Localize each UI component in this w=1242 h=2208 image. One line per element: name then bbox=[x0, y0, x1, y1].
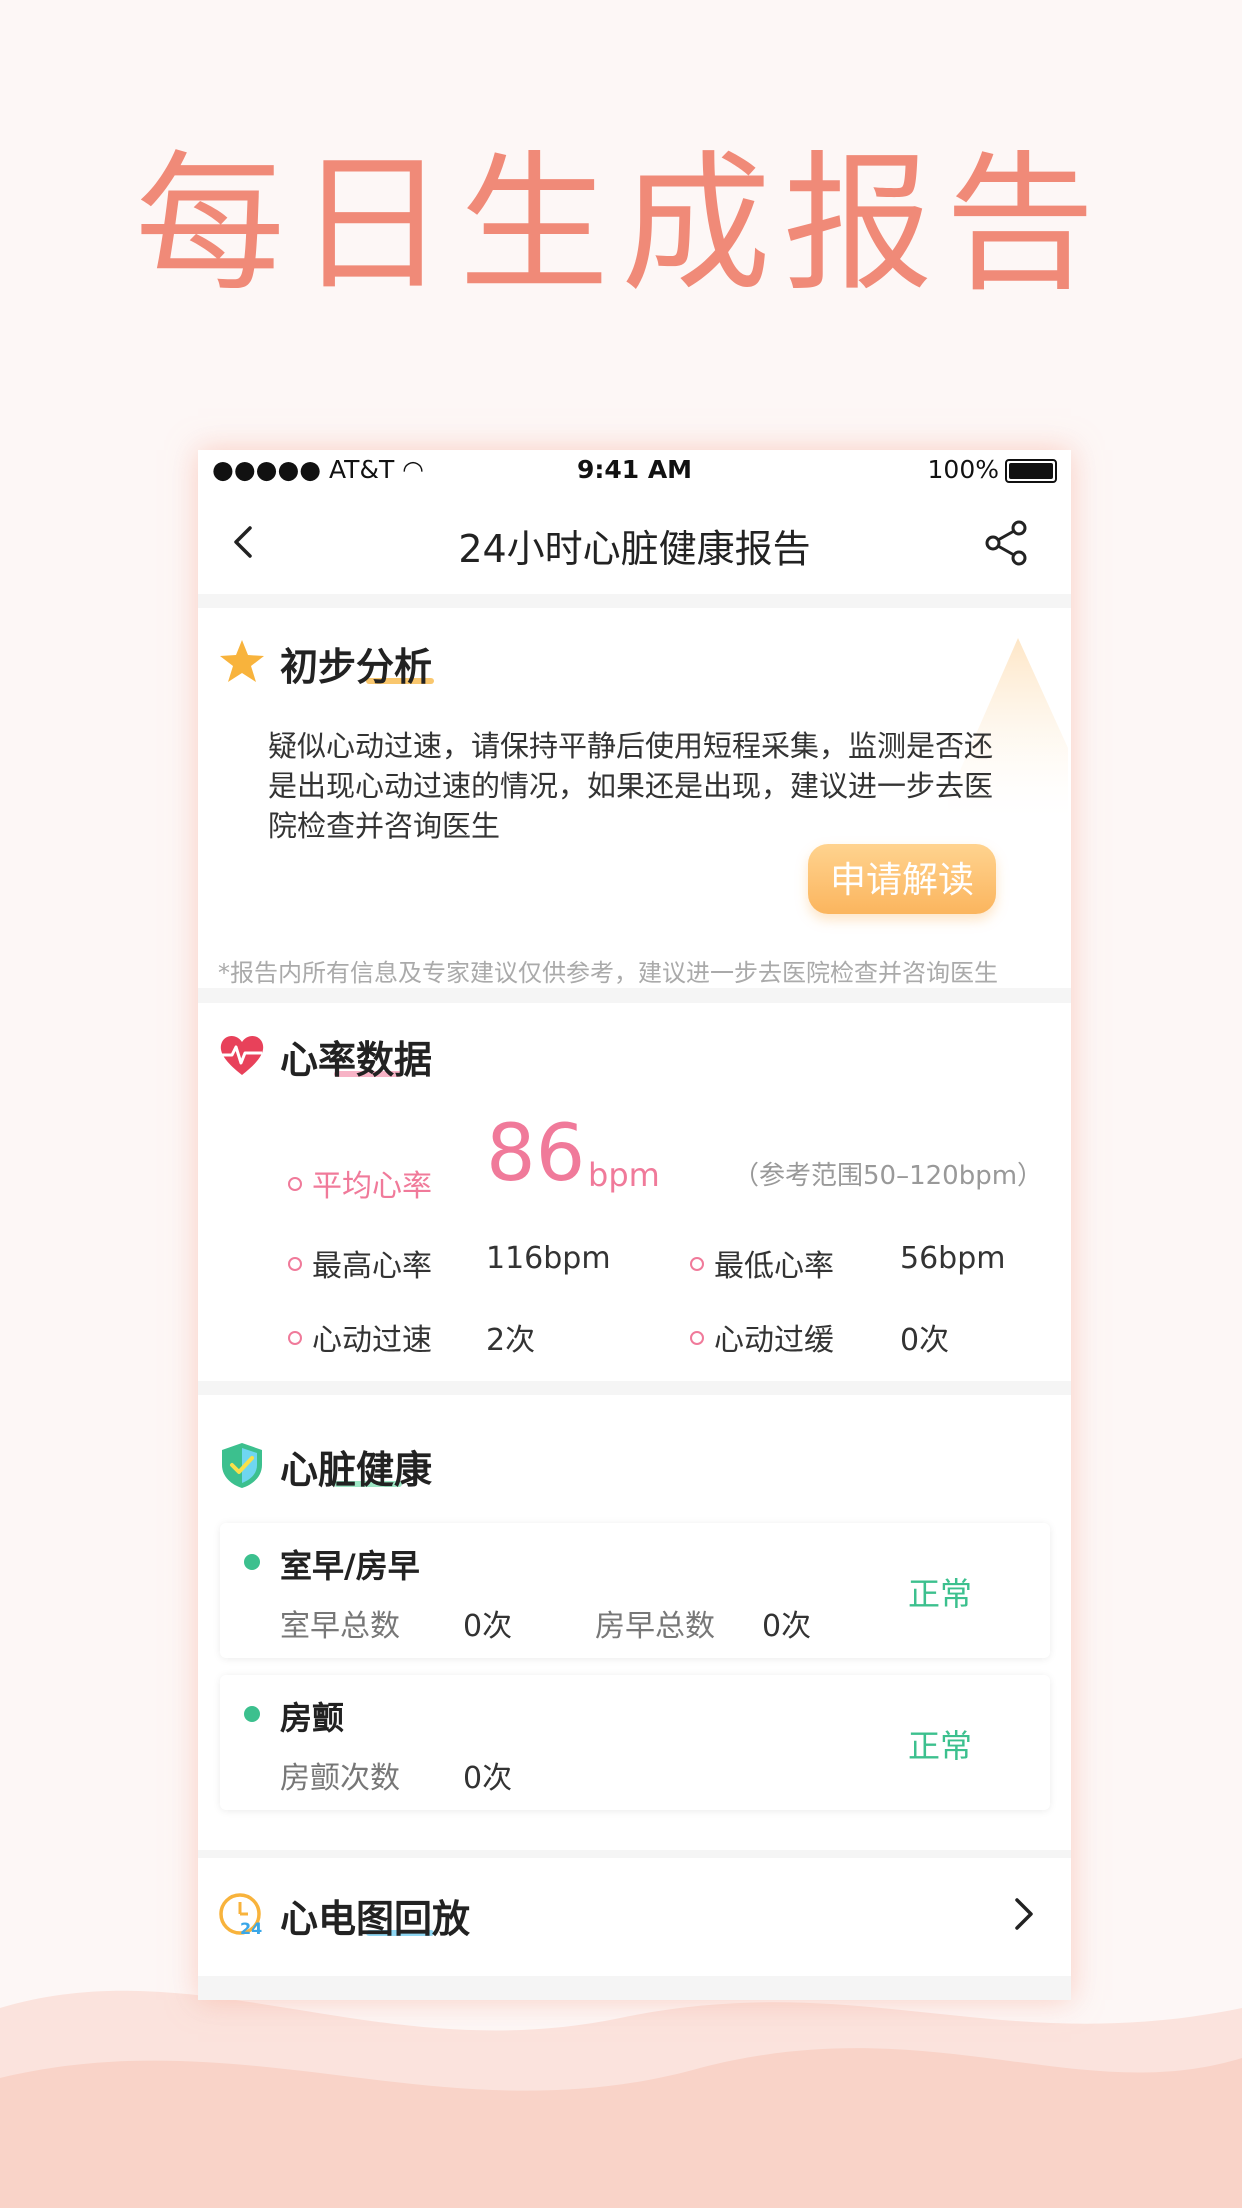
max-hr-value: 116bpm bbox=[486, 1241, 611, 1276]
chevron-right-icon[interactable] bbox=[1003, 1894, 1043, 1934]
premature-beats-title: 室早/房早 bbox=[280, 1547, 420, 1585]
svg-text:24: 24 bbox=[240, 1919, 262, 1938]
tachycardia-value: 2次 bbox=[486, 1323, 536, 1358]
star-icon bbox=[220, 640, 264, 682]
analysis-text: 疑似心动过速，请保持平静后使用短程采集，监测是否还是出现心动过速的情况，如果还是… bbox=[268, 729, 994, 843]
status-badge: 正常 bbox=[908, 1727, 973, 1765]
avg-hr-value: 86 bbox=[486, 1109, 586, 1199]
heart-rate-title: 心率数据 bbox=[280, 1038, 433, 1082]
status-dot bbox=[244, 1554, 260, 1570]
ecg-header: 24 心电图回放 bbox=[216, 1888, 616, 1948]
bullet-dot bbox=[288, 1331, 302, 1345]
ecg-replay-row[interactable]: 24 心电图回放 bbox=[198, 1858, 1071, 1976]
share-icon[interactable] bbox=[983, 518, 1033, 568]
apply-interpretation-button[interactable]: 申请解读 bbox=[808, 844, 996, 914]
status-dot bbox=[244, 1706, 260, 1722]
reference-range: （参考范围50–120bpm） bbox=[733, 1161, 1044, 1191]
pvc-total-value: 0次 bbox=[463, 1609, 513, 1644]
avg-hr-unit: bpm bbox=[588, 1156, 660, 1194]
heart-pulse-icon bbox=[220, 1036, 264, 1075]
status-badge: 正常 bbox=[908, 1575, 973, 1613]
bullet-dot bbox=[690, 1331, 704, 1345]
analysis-card: 初步分析 疑似心动过速，请保持平静后使用短程采集，监测是否还是出现心动过速的情况… bbox=[198, 608, 1071, 988]
min-hr-value: 56bpm bbox=[900, 1241, 1006, 1276]
shield-check-icon bbox=[222, 1443, 262, 1488]
heart-health-title: 心脏健康 bbox=[280, 1448, 433, 1492]
avg-hr-label: 平均心率 bbox=[312, 1169, 432, 1204]
min-hr-label: 最低心率 bbox=[714, 1249, 834, 1284]
af-count-label: 房颤次数 bbox=[280, 1761, 400, 1796]
status-bar: ●●●●● AT&T ◠ 9:41 AM 100% bbox=[198, 450, 1071, 492]
headline: 每日生成报告 bbox=[134, 138, 1107, 312]
bullet-dot bbox=[690, 1257, 704, 1271]
heart-health-card: 心脏健康 室早/房早 室早总数 0次 房早总数 0次 正常 房颤 房颤次数 0次… bbox=[198, 1395, 1071, 1850]
clock-24-icon: 24 bbox=[219, 1893, 262, 1938]
battery-indicator: 100% bbox=[928, 455, 1057, 484]
disclaimer: *报告内所有信息及专家建议仅供参考，建议进一步去医院检查并咨询医生 bbox=[218, 959, 998, 987]
bradycardia-value: 0次 bbox=[900, 1323, 950, 1358]
pvc-total-label: 室早总数 bbox=[280, 1609, 400, 1644]
max-hr-label: 最高心率 bbox=[312, 1249, 432, 1284]
battery-icon bbox=[1005, 459, 1057, 483]
premature-beats-card[interactable]: 室早/房早 室早总数 0次 房早总数 0次 正常 bbox=[220, 1523, 1050, 1658]
phone-screen: ●●●●● AT&T ◠ 9:41 AM 100% 24小时心脏健康报告 初步分… bbox=[198, 450, 1071, 2000]
bullet-dot bbox=[288, 1177, 302, 1191]
analysis-title: 初步分析 bbox=[280, 645, 433, 689]
analysis-header: 初步分析 bbox=[216, 636, 616, 696]
af-title: 房颤 bbox=[280, 1699, 345, 1737]
page-title: 24小时心脏健康报告 bbox=[458, 527, 811, 571]
atrial-fibrillation-card[interactable]: 房颤 房颤次数 0次 正常 bbox=[220, 1675, 1050, 1810]
ecg-title: 心电图回放 bbox=[280, 1897, 471, 1941]
nav-bar: 24小时心脏健康报告 bbox=[198, 492, 1071, 594]
pac-total-label: 房早总数 bbox=[595, 1609, 715, 1644]
heart-rate-card: 心率数据 平均心率 86 bpm （参考范围50–120bpm） 最高心率 11… bbox=[198, 1003, 1071, 1381]
bradycardia-label: 心动过缓 bbox=[714, 1323, 834, 1358]
af-count-value: 0次 bbox=[463, 1761, 513, 1796]
tachycardia-label: 心动过速 bbox=[312, 1323, 432, 1358]
pac-total-value: 0次 bbox=[762, 1609, 812, 1644]
bullet-dot bbox=[288, 1257, 302, 1271]
heart-health-header: 心脏健康 bbox=[216, 1439, 616, 1499]
heart-rate-header: 心率数据 bbox=[216, 1029, 616, 1089]
